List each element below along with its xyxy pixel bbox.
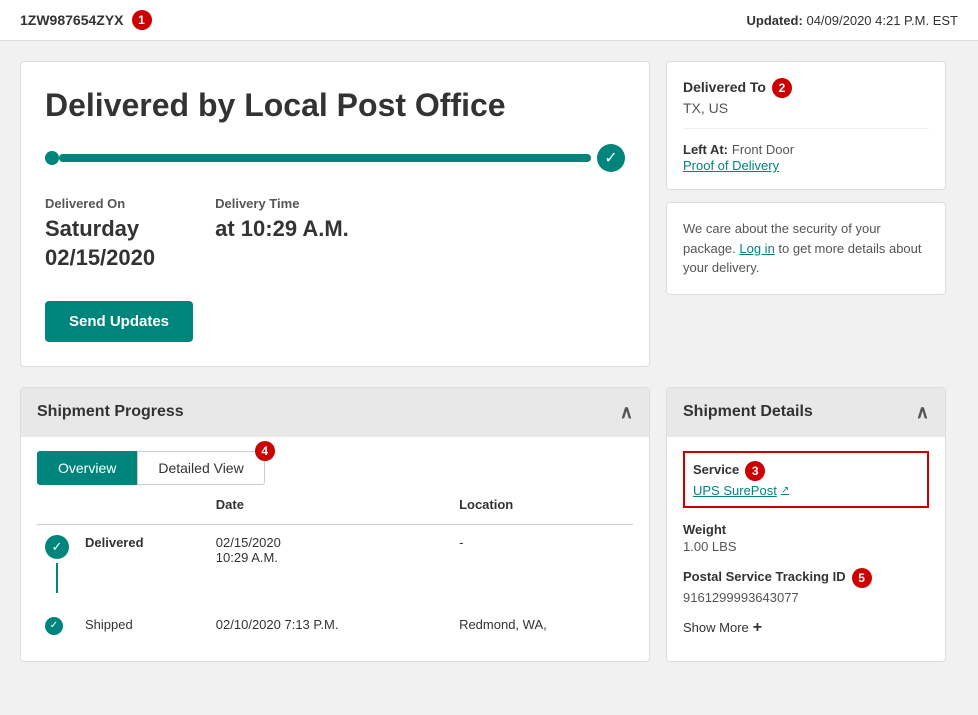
- postal-tracking-block: Postal Service Tracking ID 5 91612999936…: [683, 568, 929, 605]
- security-card: We care about the security of your packa…: [666, 202, 946, 295]
- delivery-title: Delivered by Local Post Office: [45, 86, 625, 124]
- progress-check-icon: ✓: [597, 144, 625, 172]
- delivered-check-icon: ✓: [45, 535, 69, 559]
- delivery-info: Delivered On Saturday 02/15/2020 Deliver…: [45, 196, 625, 272]
- postal-value: 9161299993643077: [683, 590, 929, 605]
- details-chevron-up-icon[interactable]: ∧: [916, 402, 929, 423]
- th-status: [77, 485, 208, 525]
- badge-4: 4: [255, 441, 275, 461]
- delivery-time-block: Delivery Time at 10:29 A.M.: [215, 196, 349, 272]
- service-header: Service 3: [693, 461, 919, 481]
- row2-status: Shipped: [77, 607, 208, 645]
- progress-bar-wrap: ✓: [45, 144, 625, 172]
- delivery-time-value: at 10:29 A.M.: [215, 215, 349, 244]
- show-more-link[interactable]: Show More +: [683, 619, 929, 637]
- progress-bar-track: [59, 154, 591, 162]
- delivered-date: Saturday 02/15/2020: [45, 215, 155, 272]
- row2-icon-cell: ✓: [37, 607, 77, 645]
- plus-icon: +: [753, 619, 762, 637]
- delivered-on-label: Delivered On: [45, 196, 155, 211]
- shipped-check-icon: ✓: [45, 617, 63, 635]
- tab-detailed-button[interactable]: Detailed View: [137, 451, 264, 485]
- delivered-to-title: Delivered To: [683, 79, 766, 95]
- row2-location: Redmond, WA,: [451, 607, 633, 645]
- main-content: Delivered by Local Post Office ✓ Deliver…: [0, 41, 978, 387]
- shipment-progress-panel: Shipment Progress ∧ Overview Detailed Vi…: [20, 387, 650, 662]
- postal-header: Postal Service Tracking ID 5: [683, 568, 929, 588]
- badge-1: 1: [132, 10, 152, 30]
- updated-value: 04/09/2020 4:21 P.M. EST: [806, 13, 958, 28]
- tracking-number-wrap: 1ZW987654ZYX 1: [20, 10, 152, 30]
- delivered-to-card: Delivered To 2 TX, US Left At: Front Doo…: [666, 61, 946, 190]
- left-at-row: Left At: Front Door: [683, 141, 929, 157]
- shipment-table: Date Location ✓ Delivered 02/15/2020: [37, 485, 633, 645]
- delivered-date-line1: Saturday: [45, 215, 155, 244]
- divider: [683, 128, 929, 129]
- external-link-icon: ↗: [781, 485, 789, 496]
- table-row: ✓ Delivered 02/15/2020 10:29 A.M. -: [37, 524, 633, 607]
- updated-label: Updated:: [747, 13, 803, 28]
- service-label: Service: [693, 462, 739, 477]
- updated-text: Updated: 04/09/2020 4:21 P.M. EST: [747, 13, 959, 28]
- row1-status: Delivered: [77, 524, 208, 607]
- delivered-on-block: Delivered On Saturday 02/15/2020: [45, 196, 155, 272]
- badge-3: 3: [745, 461, 765, 481]
- table-row: ✓ Shipped 02/10/2020 7:13 P.M. Redmond, …: [37, 607, 633, 645]
- progress-start-dot: [45, 151, 59, 165]
- th-icon: [37, 485, 77, 525]
- send-updates-button[interactable]: Send Updates: [45, 301, 193, 342]
- bottom-section: Shipment Progress ∧ Overview Detailed Vi…: [0, 387, 978, 682]
- proof-of-delivery-link[interactable]: Proof of Delivery: [683, 158, 779, 173]
- weight-block: Weight 1.00 LBS: [683, 522, 929, 554]
- tab-overview-button[interactable]: Overview: [37, 451, 137, 485]
- chevron-up-icon[interactable]: ∧: [620, 402, 633, 423]
- delivered-to-location: TX, US: [683, 100, 929, 116]
- service-value-link[interactable]: UPS SurePost ↗: [693, 483, 919, 498]
- delivery-card: Delivered by Local Post Office ✓ Deliver…: [20, 61, 650, 367]
- left-at-value: Front Door: [732, 142, 794, 157]
- badge-2: 2: [772, 78, 792, 98]
- weight-value: 1.00 LBS: [683, 539, 929, 554]
- security-text: We care about the security of your packa…: [683, 219, 929, 278]
- service-value-text: UPS SurePost: [693, 483, 777, 498]
- timeline-line: [56, 563, 58, 593]
- th-location: Location: [451, 485, 633, 525]
- row1-date: 02/15/2020 10:29 A.M.: [208, 524, 451, 607]
- table-header-row: Date Location: [37, 485, 633, 525]
- tabs-wrap: Overview Detailed View 4: [21, 437, 649, 485]
- left-at-label: Left At:: [683, 142, 728, 157]
- service-box: Service 3 UPS SurePost ↗: [683, 451, 929, 508]
- row1-date1: 02/15/2020: [216, 535, 443, 550]
- shipment-progress-header: Shipment Progress ∧: [21, 388, 649, 437]
- delivered-date-line2: 02/15/2020: [45, 244, 155, 273]
- shipment-details-panel: Shipment Details ∧ Service 3 UPS SurePos…: [666, 387, 946, 662]
- row1-date2: 10:29 A.M.: [216, 550, 443, 565]
- badge-5: 5: [852, 568, 872, 588]
- delivery-time-label: Delivery Time: [215, 196, 349, 211]
- shipment-progress-title: Shipment Progress: [37, 403, 184, 421]
- login-link[interactable]: Log in: [739, 241, 774, 256]
- show-more-text: Show More: [683, 620, 749, 635]
- weight-label: Weight: [683, 522, 929, 537]
- top-bar: 1ZW987654ZYX 1 Updated: 04/09/2020 4:21 …: [0, 0, 978, 41]
- shipment-table-wrap: Date Location ✓ Delivered 02/15/2020: [21, 485, 649, 661]
- delivered-to-header: Delivered To 2: [683, 78, 929, 98]
- tab-detailed-wrap: Detailed View 4: [137, 451, 264, 485]
- row2-date: 02/10/2020 7:13 P.M.: [208, 607, 451, 645]
- tracking-number: 1ZW987654ZYX: [20, 12, 124, 28]
- row1-location: -: [451, 524, 633, 607]
- postal-label: Postal Service Tracking ID: [683, 569, 846, 584]
- progress-bar-fill: [59, 154, 591, 162]
- row1-icon-cell: ✓: [37, 524, 77, 607]
- details-content: Service 3 UPS SurePost ↗ Weight 1.00 LBS…: [667, 437, 945, 651]
- right-cards: Delivered To 2 TX, US Left At: Front Doo…: [666, 61, 946, 367]
- th-date: Date: [208, 485, 451, 525]
- shipment-details-header: Shipment Details ∧: [667, 388, 945, 437]
- shipment-details-title: Shipment Details: [683, 403, 813, 421]
